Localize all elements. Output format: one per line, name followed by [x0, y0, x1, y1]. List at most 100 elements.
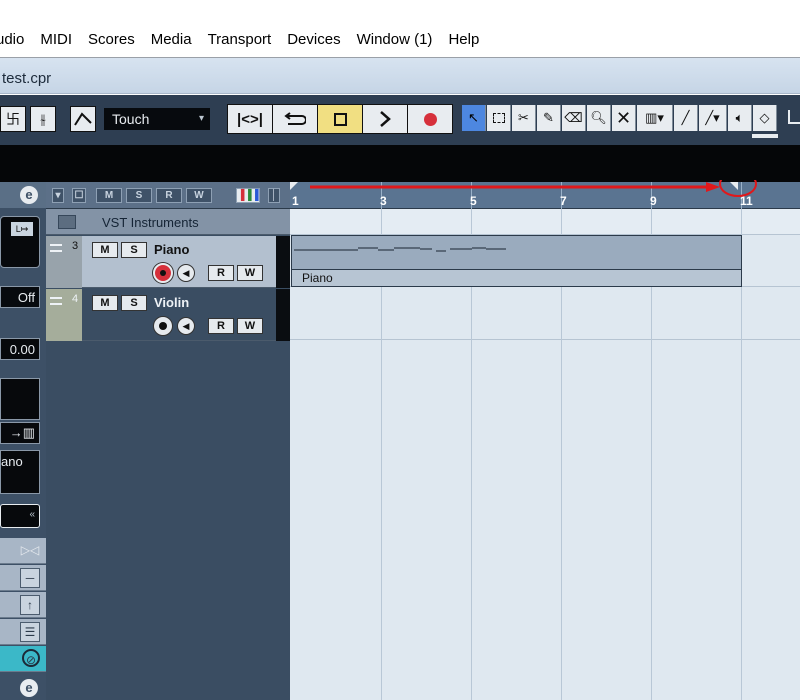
track-list-options-button[interactable]: │ [268, 188, 280, 203]
bar-label: 11 [740, 194, 753, 208]
event-display[interactable]: Piano [290, 209, 800, 700]
right-locator-icon[interactable] [730, 182, 738, 190]
eq-slider-icon: ─ [20, 568, 40, 588]
midi-part-piano[interactable]: Piano [291, 235, 742, 287]
read-automation-button[interactable]: R [208, 318, 234, 334]
split-icon: ✂ [518, 110, 529, 125]
inspector-input-field[interactable]: →▥ [0, 422, 40, 444]
track-list-header: ▾ ☐ M S R W ▐▐▐ │ [46, 182, 290, 209]
write-automation-button[interactable]: W [237, 318, 263, 334]
record-dot-icon [160, 270, 166, 276]
folder-track-name: VST Instruments [102, 215, 199, 230]
window-title-bar: test.cpr [0, 58, 800, 94]
bar-label: 7 [560, 194, 567, 208]
line-icon: ╱▾ [705, 110, 720, 125]
output-routing-icon: L↦ [11, 222, 33, 236]
record-enable-button[interactable] [153, 316, 173, 336]
transport-controls: |<>| [227, 104, 453, 134]
menu-scores[interactable]: Scores [88, 31, 135, 48]
insert-icon: ▷◁ [20, 543, 40, 557]
inspector-value-field[interactable]: 0.00 [0, 338, 40, 360]
track-level-meter [276, 236, 290, 288]
channel-settings-button[interactable]: ⫳ [30, 106, 56, 132]
read-all-button[interactable]: R [156, 188, 182, 203]
write-all-button[interactable]: W [186, 188, 212, 203]
record-button[interactable] [408, 105, 452, 133]
erase-tool[interactable]: ⌫ [562, 105, 586, 131]
monitor-button[interactable]: ◀ [177, 264, 195, 282]
draw-icon: ╱ [681, 110, 690, 125]
cycle-button[interactable] [273, 105, 317, 133]
automation-mode-value: Touch [112, 111, 150, 127]
go-to-start-button[interactable]: |<>| [228, 105, 272, 133]
track-list-menu-button[interactable]: ▾ [52, 188, 64, 203]
object-select-tool[interactable]: ↖ [462, 105, 486, 131]
mixer-layout-button[interactable]: 卐 [0, 106, 26, 132]
play-tool[interactable]: 🔈︎ [728, 105, 752, 131]
track-name[interactable]: Piano [154, 242, 189, 257]
line-tool[interactable]: ╱▾ [699, 105, 727, 131]
mute-button[interactable]: M [92, 295, 118, 311]
menu-help[interactable]: Help [448, 31, 479, 48]
menu-midi[interactable]: MIDI [40, 31, 72, 48]
bar-label: 9 [650, 194, 657, 208]
edit-icon[interactable]: e [20, 186, 38, 204]
track-number: 4 [72, 293, 79, 305]
inspector-chain-field[interactable]: « [0, 504, 40, 528]
monitor-button[interactable]: ◀ [177, 317, 195, 335]
menu-devices[interactable]: Devices [287, 31, 340, 48]
input-routing-icon: →▥ [9, 425, 35, 440]
inspector-off-field[interactable]: Off [0, 286, 40, 308]
inspector-section-inserts[interactable]: ▷◁ [0, 538, 46, 564]
inspector-routing-field[interactable] [0, 378, 40, 420]
solo-button[interactable]: S [121, 242, 147, 258]
track-colors-button[interactable]: ▐▐▐ [236, 188, 260, 203]
menu-studio[interactable]: udio [0, 31, 24, 48]
track-violin[interactable]: 4 M S Violin ◀ R W [46, 289, 290, 341]
automation-mode-select[interactable]: Touch ▾ [104, 108, 210, 130]
track-type-icon [50, 297, 62, 305]
speaker-icon: ◀ [182, 321, 190, 331]
comp-icon: ▥▾ [645, 110, 664, 125]
range-select-tool[interactable] [487, 105, 511, 131]
menu-transport[interactable]: Transport [208, 31, 272, 48]
automation-button[interactable] [70, 106, 96, 132]
track-filter-button[interactable]: ☐ [72, 188, 86, 203]
color-swatch[interactable] [752, 134, 778, 138]
record-enable-button[interactable] [153, 263, 173, 283]
track-piano[interactable]: 3 M S Piano ◀ R W [46, 236, 290, 288]
mute-all-button[interactable]: M [96, 188, 122, 203]
play-button[interactable] [363, 105, 407, 133]
timeline-ruler[interactable]: 1 3 5 7 9 11 [290, 182, 800, 209]
menu-media[interactable]: Media [151, 31, 192, 48]
glue-tool[interactable]: ✎ [537, 105, 561, 131]
layout-grid-icon: 卐 [6, 111, 20, 127]
draw-tool[interactable]: ╱ [674, 105, 698, 131]
inspector-section-quick-controls[interactable]: ⊘ [0, 646, 46, 672]
inspector-section-notepad[interactable]: ☰ [0, 619, 46, 645]
inspector-instrument-field[interactable]: ano [0, 450, 40, 494]
color-tool[interactable]: ◇ [753, 105, 777, 131]
left-locator-icon[interactable] [290, 182, 298, 190]
write-automation-button[interactable]: W [237, 265, 263, 281]
track-name[interactable]: Violin [154, 295, 189, 310]
solo-button[interactable]: S [121, 295, 147, 311]
dropdown-arrow-icon: ▾ [198, 113, 204, 124]
zoom-tool[interactable]: 🔍︎ [587, 105, 611, 131]
comp-tool[interactable]: ▥▾ [637, 105, 673, 131]
folder-track-vst-instruments[interactable]: VST Instruments [46, 209, 290, 235]
menu-window[interactable]: Window (1) [357, 31, 433, 48]
snap-icon[interactable] [788, 110, 800, 124]
inspector-section-sends[interactable]: ↑ [0, 592, 46, 618]
mute-button[interactable]: M [92, 242, 118, 258]
inspector-track-box[interactable]: L↦ [0, 216, 40, 268]
stop-button[interactable] [318, 105, 362, 133]
stop-icon [333, 112, 347, 126]
split-tool[interactable]: ✂ [512, 105, 536, 131]
mute-tool[interactable]: ✕ [612, 105, 636, 131]
read-automation-button[interactable]: R [208, 265, 234, 281]
bar-label: 1 [292, 194, 299, 208]
edit-icon-bottom[interactable]: e [20, 679, 38, 697]
inspector-section-eq[interactable]: ─ [0, 565, 46, 591]
solo-all-button[interactable]: S [126, 188, 152, 203]
